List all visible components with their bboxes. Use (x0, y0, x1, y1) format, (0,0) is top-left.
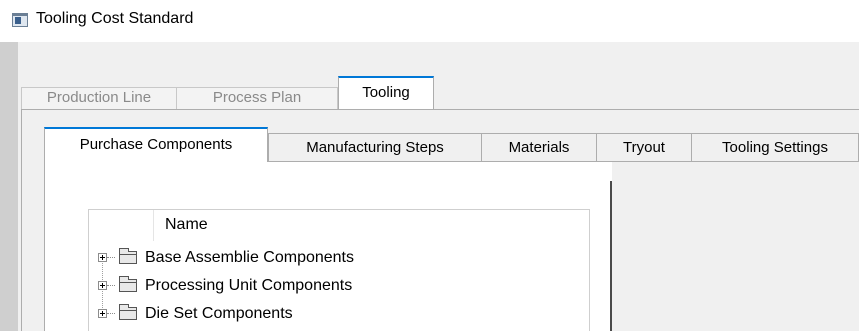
pane-splitter[interactable] (610, 181, 612, 331)
title-bar: Tooling Cost Standard (0, 0, 859, 42)
folder-icon (119, 248, 137, 264)
components-tree[interactable]: Name Base Assemblie Components Processin… (88, 209, 590, 331)
tree-item-label: Die Set Components (145, 305, 293, 322)
tree-item-base-assemblie-components[interactable]: Base Assemblie Components (89, 247, 589, 271)
tree-header: Name (89, 210, 589, 241)
window-title: Tooling Cost Standard (36, 10, 194, 27)
tree-item-label: Base Assemblie Components (145, 249, 354, 266)
expand-plus-icon[interactable] (98, 309, 107, 318)
expand-plus-icon[interactable] (98, 253, 107, 262)
tab-tryout[interactable]: Tryout (596, 133, 692, 161)
folder-icon (119, 304, 137, 320)
folder-icon (119, 276, 137, 292)
tab-manufacturing-steps[interactable]: Manufacturing Steps (268, 133, 482, 161)
tab-tooling[interactable]: Tooling (338, 76, 434, 109)
detail-pane (612, 162, 859, 331)
tab-materials[interactable]: Materials (481, 133, 597, 161)
tree-connector (107, 257, 115, 258)
tab-process-plan[interactable]: Process Plan (176, 87, 338, 109)
tree-item-processing-unit-components[interactable]: Processing Unit Components (89, 275, 589, 299)
tab-production-line[interactable]: Production Line (21, 87, 177, 109)
column-header-name[interactable]: Name (165, 216, 208, 234)
tree-item-label: Processing Unit Components (145, 277, 353, 294)
tree-connector (107, 285, 115, 286)
expand-plus-icon[interactable] (98, 281, 107, 290)
header-separator[interactable] (153, 210, 154, 241)
tree-item-die-set-components[interactable]: Die Set Components (89, 303, 589, 327)
tab-tooling-settings[interactable]: Tooling Settings (691, 133, 859, 161)
tab-purchase-components[interactable]: Purchase Components (44, 127, 268, 162)
app-window-icon (12, 13, 28, 27)
tree-connector (107, 313, 115, 314)
left-margin-strip (0, 42, 18, 331)
